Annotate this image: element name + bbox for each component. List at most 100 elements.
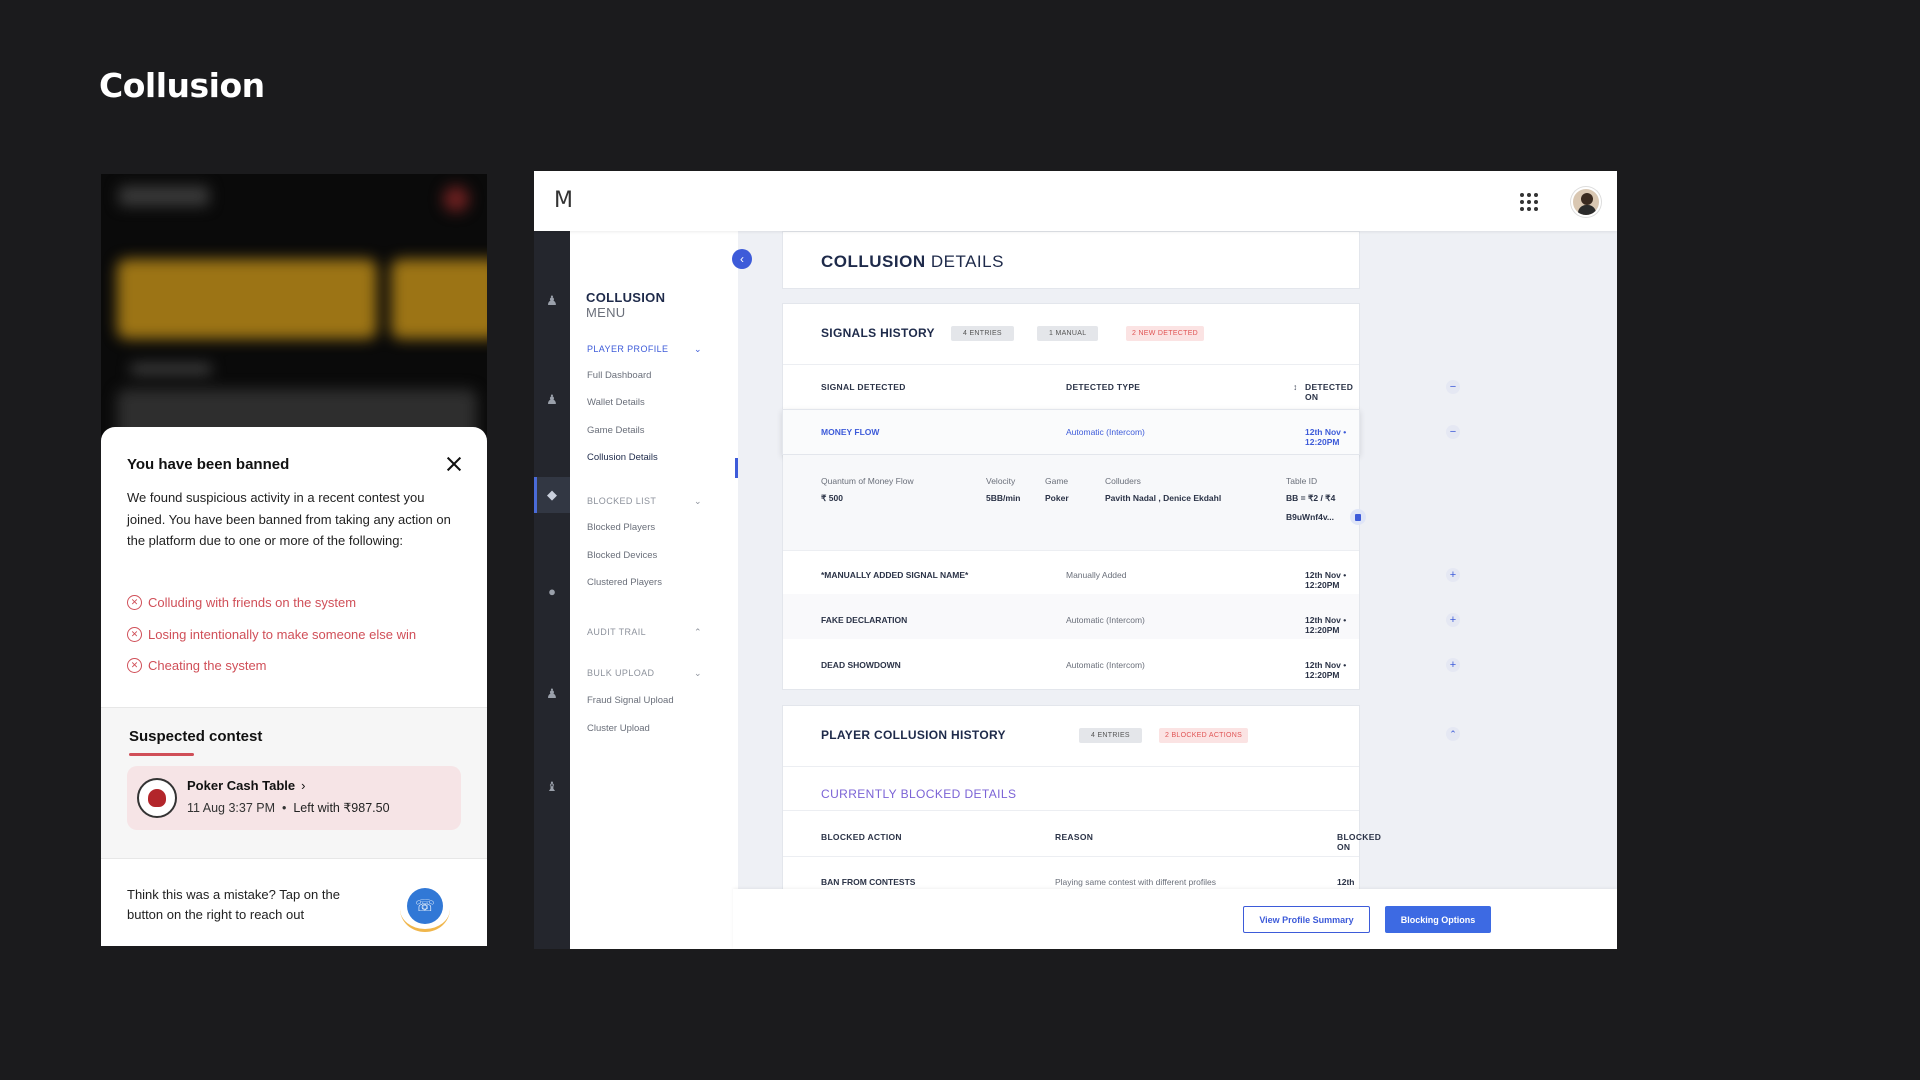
menu-item-wallet-details[interactable]: Wallet Details	[587, 397, 645, 408]
expand-row-icon[interactable]: +	[1446, 568, 1460, 582]
blocked-action: BAN FROM CONTESTS	[821, 877, 916, 887]
column-header[interactable]: DETECTED ON	[1305, 382, 1359, 402]
collapse-row-icon[interactable]: −	[1446, 425, 1460, 439]
collapse-menu-button[interactable]: ‹	[732, 249, 752, 269]
contest-meta: 11 Aug 3:37 PM • Left with ₹987.50	[187, 801, 390, 815]
menu-item-clustered-players[interactable]: Clustered Players	[587, 577, 662, 588]
signal-date: 12th Nov • 12:20PM	[1305, 660, 1347, 680]
game-value: Poker	[1045, 493, 1069, 503]
colluders-value: Pavith Nadal , Denice Ekdahl	[1105, 493, 1222, 503]
chevron-up-icon[interactable]: ⌃	[1446, 727, 1460, 741]
menu-subtitle: MENU	[586, 305, 626, 320]
chevron-down-icon: ⌄	[694, 344, 702, 354]
x-circle-icon: ✕	[127, 658, 142, 673]
menu-item-fraud-signal-upload[interactable]: Fraud Signal Upload	[587, 695, 674, 706]
ban-description: We found suspicious activity in a recent…	[127, 490, 451, 548]
menu-section-blocked-list[interactable]: BLOCKED LIST ⌄	[587, 496, 702, 507]
menu-item-blocked-players[interactable]: Blocked Players	[587, 522, 655, 533]
signal-date: 12th Nov • 12:20PM	[1305, 615, 1347, 635]
menu-title: COLLUSION	[586, 290, 666, 305]
support-button[interactable]: ☏	[399, 880, 451, 932]
signal-type: Automatic (Intercom)	[1066, 427, 1145, 437]
entries-badge: 4 ENTRIES	[1079, 728, 1142, 743]
chess-piece-icon[interactable]: ♟	[545, 392, 559, 407]
column-header: DETECTED TYPE	[1066, 382, 1141, 392]
table-row-selected[interactable]: MONEY FLOW Automatic (Intercom) 12th Nov…	[782, 409, 1460, 455]
chevron-down-icon: ⌄	[694, 668, 702, 678]
pin-icon[interactable]: ●	[545, 584, 559, 599]
tab-underline	[129, 753, 194, 756]
chess-piece-icon[interactable]: ♝	[545, 779, 559, 794]
apps-grid-icon[interactable]	[1520, 193, 1538, 211]
velocity-value: 5BB/min	[986, 493, 1021, 503]
diamond-icon[interactable]: ◆	[545, 487, 559, 502]
signal-date: 12th Nov • 12:20PM	[1305, 570, 1347, 590]
page-title: Collusion	[99, 66, 265, 105]
dashboard-window: M ♟ ♟ ◆ ● ♟ ♝ COLLUSION MENU PLAYER PROF…	[534, 171, 1617, 949]
signal-expanded-details: Quantum of Money Flow ₹ 500 Velocity 5BB…	[783, 455, 1366, 550]
signal-type: Automatic (Intercom)	[1066, 615, 1145, 625]
copy-icon[interactable]	[1350, 509, 1366, 525]
menu-item-cluster-upload[interactable]: Cluster Upload	[587, 723, 650, 734]
icon-rail: ♟ ♟ ◆ ● ♟ ♝	[534, 231, 570, 949]
signals-history-card: SIGNALS HISTORY 4 ENTRIES 1 MANUAL 2 NEW…	[782, 303, 1460, 690]
chess-piece-icon[interactable]: ♟	[545, 293, 559, 308]
blocking-options-button[interactable]: Blocking Options	[1385, 906, 1491, 933]
reason-item: ✕ Losing intentionally to make someone el…	[127, 626, 416, 642]
menu-section-audit-trail[interactable]: AUDIT TRAIL ⌃	[587, 627, 702, 638]
velocity-label: Velocity	[986, 476, 1016, 486]
expand-row-icon[interactable]: +	[1446, 613, 1460, 627]
table-id-code: B9uWnf4v...	[1286, 512, 1335, 522]
avatar[interactable]	[1571, 187, 1601, 217]
menu-section-player-profile[interactable]: PLAYER PROFILE ⌄	[587, 344, 702, 355]
column-header: BLOCKED ON	[1337, 832, 1382, 852]
expand-row-icon[interactable]: +	[1446, 658, 1460, 672]
x-circle-icon: ✕	[127, 626, 142, 642]
signal-name: *MANUALLY ADDED SIGNAL NAME*	[821, 570, 969, 580]
currently-blocked-title: CURRENTLY BLOCKED DETAILS	[821, 787, 1017, 801]
sort-icon[interactable]: ↕	[1293, 382, 1298, 392]
manual-badge: 1 MANUAL	[1037, 326, 1099, 341]
colluders-label: Colluders	[1105, 476, 1141, 486]
support-chat-icon: ☏	[407, 888, 443, 924]
signals-title: SIGNALS HISTORY	[821, 326, 935, 340]
close-icon[interactable]	[445, 455, 463, 473]
chevron-up-icon: ⌃	[694, 627, 702, 637]
blocked-actions-badge: 2 BLOCKED ACTIONS	[1159, 728, 1249, 743]
page-heading: COLLUSION DETAILS	[821, 252, 1004, 271]
chevron-right-icon: ›	[301, 778, 306, 793]
column-header: REASON	[1055, 832, 1094, 842]
signal-type: Automatic (Intercom)	[1066, 660, 1145, 670]
menu-item-collusion-details[interactable]: Collusion Details	[587, 452, 658, 463]
signal-date: 12th Nov • 12:20PM	[1305, 427, 1347, 447]
game-label: Game	[1045, 476, 1069, 486]
collusion-menu: COLLUSION MENU PLAYER PROFILE ⌄ Full Dash…	[570, 231, 738, 949]
column-header: SIGNAL DETECTED	[821, 382, 906, 392]
details-header-card: COLLUSION DETAILS	[782, 231, 1360, 289]
app-logo[interactable]: M	[554, 188, 573, 213]
divider	[101, 858, 487, 859]
entries-badge: 4 ENTRIES	[951, 326, 1014, 341]
poker-logo-icon	[137, 778, 177, 818]
reason-item: ✕ Colluding with friends on the system	[127, 595, 416, 610]
signal-name: FAKE DECLARATION	[821, 615, 908, 625]
menu-section-bulk-upload[interactable]: BULK UPLOAD ⌄	[587, 668, 702, 679]
suspected-contest-title: Suspected contest	[129, 728, 263, 745]
blocked-reason: Playing same contest with different prof…	[1055, 877, 1216, 887]
menu-item-blocked-devices[interactable]: Blocked Devices	[587, 550, 657, 561]
top-bar: M	[534, 171, 1617, 231]
suspected-contest-section: Suspected contest Poker Cash Table › 11 A…	[101, 708, 487, 858]
contest-card[interactable]: Poker Cash Table › 11 Aug 3:37 PM • Left …	[127, 766, 461, 830]
chess-piece-icon[interactable]: ♟	[545, 686, 559, 701]
x-circle-icon: ✕	[127, 595, 142, 610]
menu-item-full-dashboard[interactable]: Full Dashboard	[587, 370, 651, 381]
signal-name: MONEY FLOW	[821, 427, 880, 437]
quantum-value: ₹ 500	[821, 493, 843, 503]
menu-item-game-details[interactable]: Game Details	[587, 425, 645, 436]
quantum-label: Quantum of Money Flow	[821, 476, 914, 486]
mistake-text: Think this was a mistake? Tap on the but…	[127, 887, 340, 922]
new-detected-badge: 2 NEW DETECTED	[1126, 326, 1205, 341]
reason-item: ✕ Cheating the system	[127, 658, 416, 673]
view-profile-summary-button[interactable]: View Profile Summary	[1243, 906, 1370, 933]
collapse-all-icon[interactable]: −	[1446, 380, 1460, 394]
